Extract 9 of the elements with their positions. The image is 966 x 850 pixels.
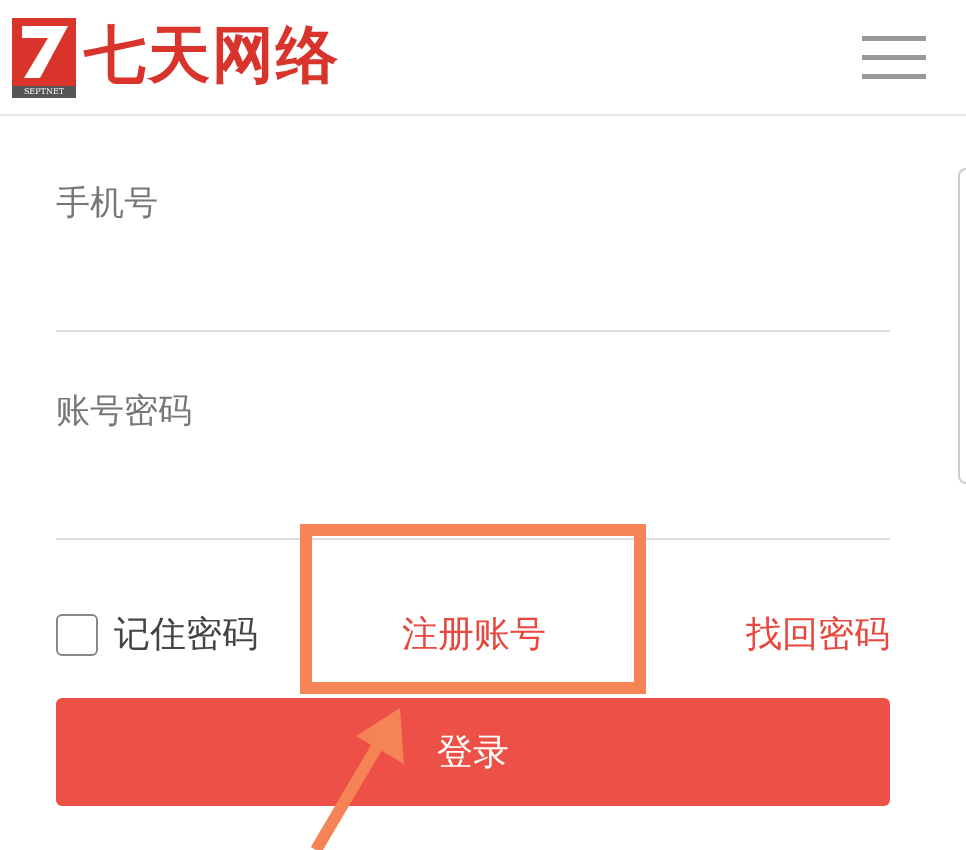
remember-label: 记住密码: [114, 612, 258, 660]
password-field[interactable]: 账号密码: [56, 372, 890, 540]
register-link[interactable]: 注册账号: [402, 608, 546, 662]
remember-checkbox[interactable]: [56, 614, 98, 656]
brand-name: 七天网络: [84, 26, 340, 88]
recover-link[interactable]: 找回密码: [746, 608, 890, 662]
menu-icon[interactable]: [862, 35, 926, 79]
login-button[interactable]: 登录: [56, 698, 890, 806]
phone-field[interactable]: 手机号: [56, 164, 890, 332]
